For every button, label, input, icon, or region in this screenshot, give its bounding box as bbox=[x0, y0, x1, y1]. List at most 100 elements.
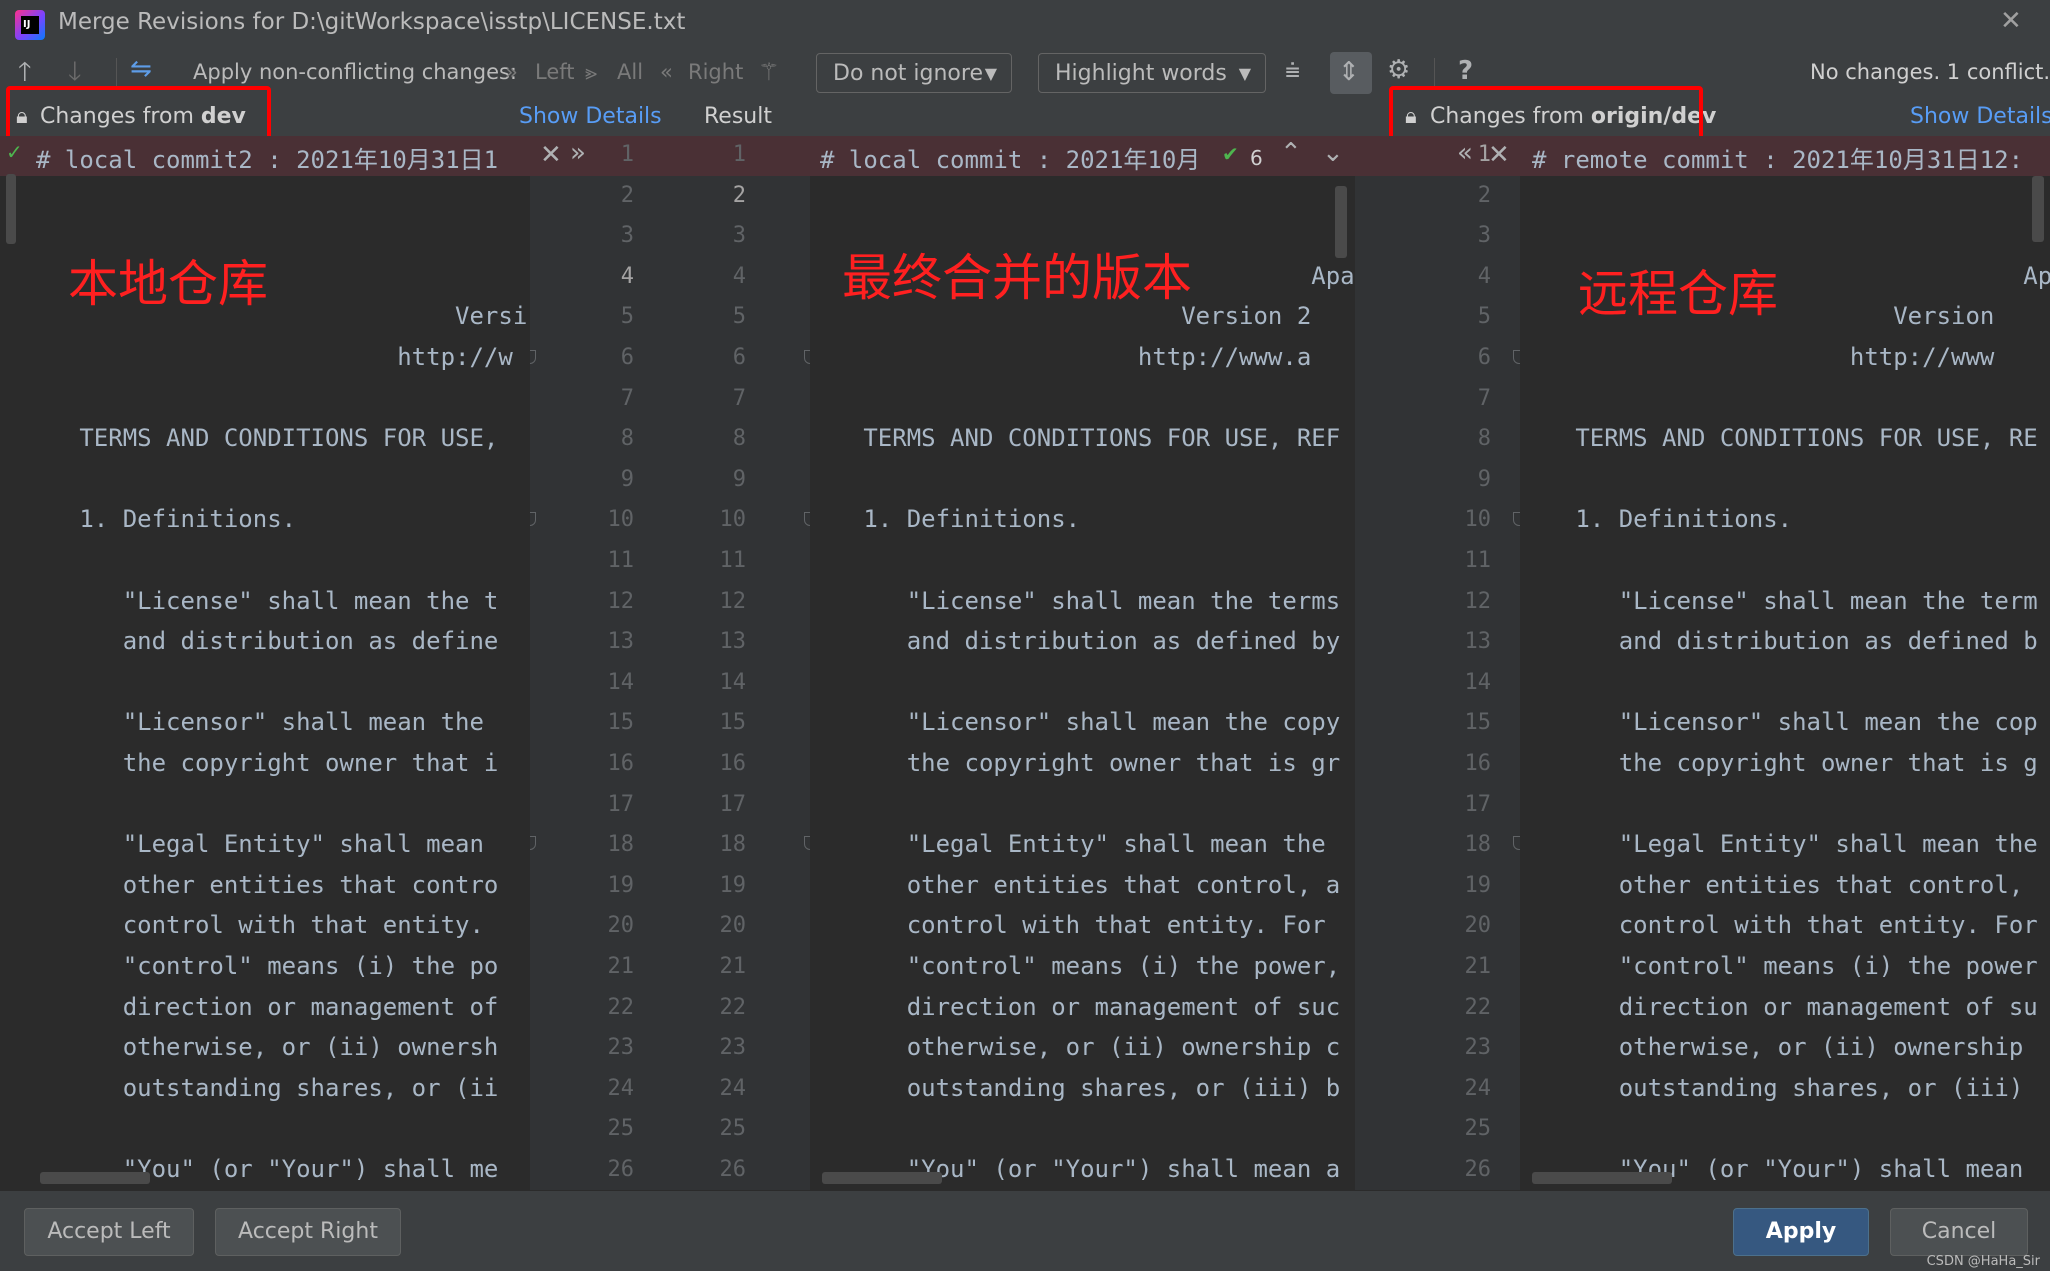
accept-left-button[interactable]: Accept Left bbox=[24, 1208, 194, 1256]
close-icon[interactable]: ✕ bbox=[2000, 6, 2022, 36]
previous-conflict-icon[interactable]: ⌃ bbox=[1280, 138, 1302, 168]
apply-right-button[interactable]: Right bbox=[688, 60, 743, 84]
panel-headers: 🔒︎ Changes from dev Show Details Result … bbox=[0, 100, 2050, 136]
magic-resolve-icon[interactable]: ⚚ bbox=[758, 58, 780, 86]
code-line: "Legal Entity" shall mean the bbox=[820, 830, 1326, 859]
code-line: otherwise, or (ii) ownership c bbox=[820, 1033, 1341, 1062]
line-number: 24 bbox=[719, 1075, 747, 1101]
right-show-details-link[interactable]: Show Details bbox=[1910, 104, 2050, 129]
highlight-mode-select[interactable]: Highlight words ▼ bbox=[1038, 53, 1266, 93]
vertical-scrollbar[interactable] bbox=[1335, 186, 1347, 258]
chevron-down-icon: ▼ bbox=[984, 64, 997, 83]
line-number: 2 bbox=[1477, 182, 1491, 208]
code-line: TERMS AND CONDITIONS FOR USE, RE bbox=[1532, 424, 2038, 453]
code-line: the copyright owner that is gr bbox=[820, 749, 1341, 777]
sync-scroll-toggle[interactable]: ⇕ bbox=[1330, 52, 1372, 94]
apply-non-conflicting-label: Apply non-conflicting changes: bbox=[193, 60, 518, 84]
accept-right-button[interactable]: Accept Right bbox=[215, 1208, 401, 1256]
fold-marker-icon[interactable] bbox=[530, 350, 536, 364]
line-number: 24 bbox=[1464, 1075, 1492, 1101]
line-number: 14 bbox=[1464, 669, 1492, 695]
line-number: 6 bbox=[620, 345, 634, 370]
code-line: http://www.a bbox=[820, 343, 1312, 371]
line-number: 18 bbox=[1464, 832, 1492, 858]
code-line: direction or management of su bbox=[1532, 992, 2038, 1021]
apply-button[interactable]: Apply bbox=[1733, 1208, 1869, 1256]
code-line: control with that entity. For bbox=[820, 911, 1326, 940]
ignore-right-icon[interactable]: ✕ bbox=[1488, 140, 1510, 170]
accept-right-icon[interactable]: « bbox=[1457, 138, 1473, 168]
next-difference-icon[interactable]: 🡓 bbox=[68, 59, 82, 85]
vertical-scrollbar[interactable] bbox=[6, 174, 16, 244]
line-number: 24 bbox=[607, 1075, 635, 1101]
apply-left-button[interactable]: Left bbox=[535, 60, 575, 84]
line-number: 20 bbox=[719, 913, 747, 939]
highlight-select-value: Highlight words bbox=[1055, 61, 1227, 86]
line-number: 10 bbox=[719, 507, 747, 533]
line-number: 15 bbox=[719, 710, 747, 736]
help-icon[interactable]: ? bbox=[1458, 56, 1473, 86]
fold-marker-icon[interactable] bbox=[530, 512, 536, 526]
apply-all-button[interactable]: All bbox=[617, 60, 643, 84]
right-editor[interactable]: # remote commit : 2021年10月31日12: Ap Vers… bbox=[1520, 136, 2050, 1190]
line-number: 23 bbox=[607, 1035, 635, 1061]
code-line: TERMS AND CONDITIONS FOR USE, REF bbox=[820, 424, 1341, 453]
fold-marker-icon[interactable] bbox=[1513, 512, 1520, 526]
watermark: CSDN @HaHa_Sir bbox=[1926, 1254, 2040, 1269]
left-header-highlight-box bbox=[6, 86, 271, 140]
conflict-status: No changes. 1 conflict. bbox=[1810, 60, 2050, 84]
ignore-select-value: Do not ignore bbox=[833, 61, 983, 86]
next-conflict-icon[interactable]: ⌄ bbox=[1322, 138, 1344, 168]
vertical-scrollbar[interactable] bbox=[2032, 176, 2044, 242]
line-number: 13 bbox=[607, 629, 635, 655]
code-line: "Licensor" shall mean the copy bbox=[820, 708, 1341, 737]
check-icon: ✓ bbox=[6, 140, 23, 164]
code-line: 1. Definitions. bbox=[36, 505, 297, 534]
line-number: 3 bbox=[732, 223, 746, 249]
accept-left-icon[interactable]: » bbox=[570, 138, 586, 168]
previous-difference-icon[interactable]: 🡑 bbox=[18, 59, 32, 85]
fold-marker-icon[interactable] bbox=[1513, 836, 1520, 850]
horizontal-scrollbar[interactable] bbox=[1532, 1172, 1672, 1184]
result-editor[interactable]: # local commit : 2021年10月 Apa Version 2 … bbox=[810, 136, 1355, 1190]
line-number: 15 bbox=[1464, 710, 1492, 736]
toolbar: 🡑 🡓 ⇋ Apply non-conflicting changes: » L… bbox=[0, 48, 2050, 100]
line-number: 7 bbox=[732, 385, 746, 411]
line-number: 23 bbox=[1464, 1035, 1492, 1061]
line-number: 9 bbox=[732, 466, 746, 492]
code-line: the copyright owner that is g bbox=[1532, 749, 2038, 777]
horizontal-scrollbar[interactable] bbox=[40, 1172, 150, 1184]
code-line: http://w bbox=[36, 343, 513, 371]
window-title: Merge Revisions for D:\gitWorkspace\isst… bbox=[58, 9, 686, 35]
collapse-unchanged-icon[interactable]: ⩧ bbox=[1285, 58, 1300, 84]
apply-all-icon[interactable]: ⪢ bbox=[585, 60, 597, 85]
left-show-details-link[interactable]: Show Details bbox=[519, 104, 662, 129]
line-number: 16 bbox=[719, 751, 747, 776]
line-number: 4 bbox=[1477, 263, 1491, 289]
line-number: 2 bbox=[620, 182, 634, 208]
code-line: "License" shall mean the t bbox=[36, 586, 499, 615]
fold-marker-icon[interactable] bbox=[530, 836, 536, 850]
ignore-whitespace-select[interactable]: Do not ignore ▼ bbox=[816, 53, 1012, 93]
fold-marker-icon[interactable] bbox=[1513, 350, 1520, 364]
code-line: 1. Definitions. bbox=[1532, 505, 1793, 534]
apply-left-icon[interactable]: » bbox=[505, 60, 518, 84]
gear-icon[interactable]: ⚙ bbox=[1387, 57, 1410, 83]
code-line: the copyright owner that i bbox=[36, 749, 499, 777]
cancel-button[interactable]: Cancel bbox=[1890, 1208, 2028, 1256]
line-number: 17 bbox=[1464, 791, 1492, 817]
line-number: 3 bbox=[1477, 223, 1491, 249]
ignore-left-icon[interactable]: ✕ bbox=[540, 140, 562, 170]
code-line: and distribution as defined b bbox=[1532, 627, 2038, 656]
apply-right-icon[interactable]: « bbox=[660, 60, 673, 84]
code-line: other entities that contro bbox=[36, 870, 499, 899]
code-line: otherwise, or (ii) ownersh bbox=[36, 1033, 499, 1062]
apply-changes-icon[interactable]: ⇋ bbox=[130, 56, 152, 82]
line-number: 20 bbox=[1464, 913, 1492, 939]
horizontal-scrollbar[interactable] bbox=[822, 1172, 942, 1184]
left-editor[interactable]: ✓ # local commit2 : 2021年10月31日1 Versi h… bbox=[0, 136, 530, 1190]
right-header-highlight-box bbox=[1389, 86, 1703, 140]
line-number: 10 bbox=[1464, 507, 1492, 533]
title-bar: IJ Merge Revisions for D:\gitWorkspace\i… bbox=[0, 0, 2050, 48]
code-line: other entities that control, bbox=[1532, 870, 2024, 899]
